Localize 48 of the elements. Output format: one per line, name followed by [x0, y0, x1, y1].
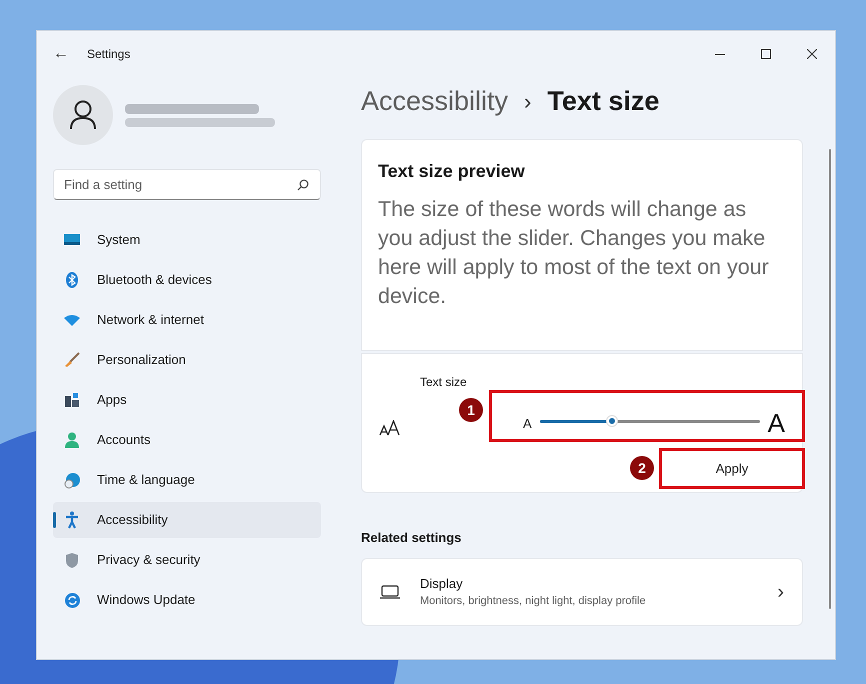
back-button[interactable]: ←: [53, 42, 69, 66]
maximize-icon: [761, 49, 771, 59]
scrollbar[interactable]: [829, 149, 831, 609]
breadcrumb-link[interactable]: Accessibility: [361, 80, 508, 122]
annotation-marker: 2: [630, 456, 654, 480]
chevron: ›: [777, 580, 784, 604]
sidebar-item[interactable]: Accounts: [53, 422, 321, 458]
sidebar-item[interactable]: Privacy & security: [53, 542, 321, 578]
related-setting-item[interactable]: Display Monitors, brightness, night light, display profile ›: [361, 558, 803, 626]
text-size-icon: [379, 420, 401, 436]
search-field[interactable]: Find a setting: [53, 169, 321, 200]
person-icon: [65, 432, 79, 448]
window-title: Settings: [87, 46, 130, 63]
sidebar-item[interactable]: Time & language: [53, 462, 321, 498]
update-icon: [64, 592, 80, 608]
apps-icon: [64, 392, 80, 408]
monitor-icon: [63, 233, 81, 247]
wifi-icon: [63, 314, 81, 326]
sidebar-item[interactable]: Personalization: [53, 342, 321, 378]
breadcrumb-separator: ›: [524, 88, 532, 116]
brush-icon: [64, 352, 80, 368]
section-heading: Related settings: [361, 529, 462, 547]
sidebar-item[interactable]: Apps: [53, 382, 321, 418]
search-icon: [297, 179, 309, 191]
setting-label: Text size: [420, 374, 467, 391]
sidebar-item[interactable]: Windows Update: [53, 582, 321, 618]
laptop-icon: [380, 584, 400, 598]
globe-clock-icon: [64, 472, 80, 488]
slider-thumb[interactable]: [607, 416, 618, 426]
annotation-marker: 1: [459, 398, 483, 422]
small-a-label: A: [523, 414, 532, 432]
sidebar-item[interactable]: Bluetooth & devices: [53, 262, 321, 298]
bluetooth-icon: [65, 271, 79, 289]
sidebar-item[interactable]: System: [53, 222, 321, 258]
accessibility-icon: [65, 511, 79, 529]
item-description: Monitors, brightness, night light, display profile: [420, 594, 646, 609]
page-title: Text size: [547, 84, 660, 118]
preview-text: The size of these words will change as you adjust the slider. Changes you make here will apply to most of the text on your device.: [378, 196, 770, 310]
shield-icon: [65, 552, 79, 568]
card-title: Text size preview: [378, 160, 526, 183]
close-icon: [807, 49, 817, 59]
large-a-label: A: [768, 409, 786, 437]
person-silhouette-icon: [69, 100, 97, 130]
sidebar-item[interactable]: Network & internet: [53, 302, 321, 338]
sidebar-item[interactable]: Accessibility: [53, 502, 321, 538]
selection-indicator: [53, 512, 56, 528]
slider[interactable]: [540, 415, 760, 427]
item-title: Display: [420, 574, 464, 593]
